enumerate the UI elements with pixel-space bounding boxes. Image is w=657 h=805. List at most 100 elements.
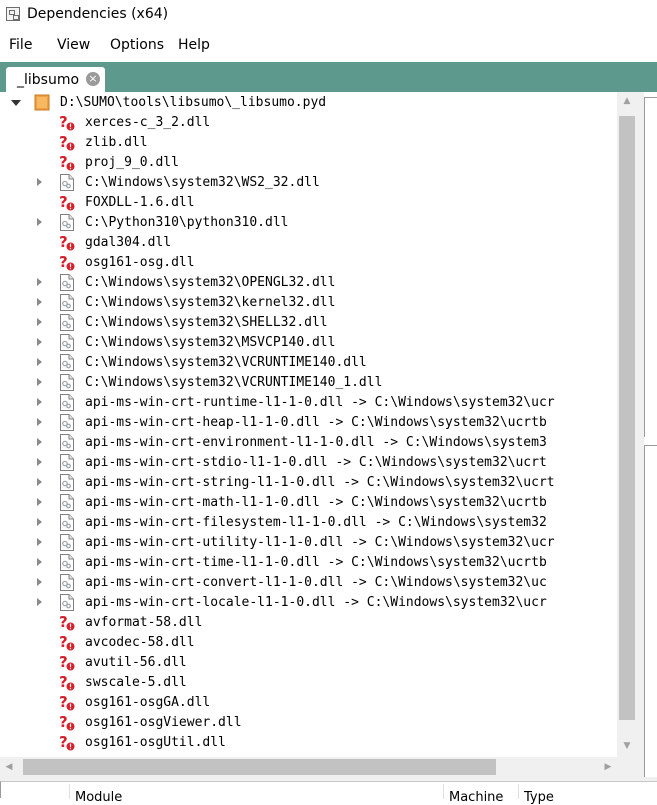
scroll-up-icon[interactable]: ▲ (617, 92, 637, 110)
tree-item[interactable]: C:\Windows\system32\VCRUNTIME140.dll (0, 352, 615, 372)
tree-item[interactable]: ? avutil-56.dll (0, 652, 615, 672)
dll-file-icon (59, 454, 75, 471)
tree-item[interactable]: api-ms-win-crt-filesystem-l1-1-0.dll -> … (0, 512, 615, 532)
tree-item[interactable]: C:\Windows\system32\kernel32.dll (0, 292, 615, 312)
tree-item[interactable]: ? avformat-58.dll (0, 612, 615, 632)
tree-item[interactable]: C:\Windows\system32\MSVCP140.dll (0, 332, 615, 352)
missing-dll-icon: ? (59, 613, 75, 631)
tree-item[interactable]: ? osg161-osgUtil.dll (0, 732, 615, 752)
tree-item-label: swscale-5.dll (85, 675, 187, 690)
expand-arrow-icon[interactable] (37, 358, 42, 366)
tree-item-label: osg161-osgGA.dll (85, 695, 211, 710)
expand-arrow-icon[interactable] (37, 438, 42, 446)
horizontal-scrollbar[interactable]: ◀ ▶ (0, 757, 617, 777)
menu-options[interactable]: Options (110, 37, 164, 53)
missing-dll-icon: ? (59, 713, 75, 731)
missing-dll-icon: ? (59, 693, 75, 711)
tree-item[interactable]: api-ms-win-crt-time-l1-1-0.dll -> C:\Win… (0, 552, 615, 572)
expand-arrow-icon[interactable] (37, 418, 42, 426)
tree-item-label: api-ms-win-crt-locale-l1-1-0.dll -> C:\W… (85, 595, 547, 610)
missing-dll-icon: ? (59, 233, 75, 251)
expand-arrow-icon[interactable] (37, 298, 42, 306)
imports-pane[interactable] (644, 97, 657, 437)
tab-libsumo[interactable]: _libsumo × (6, 67, 105, 92)
menu-view[interactable]: View (57, 37, 90, 53)
missing-dll-icon: ? (59, 673, 75, 691)
missing-dll-icon: ? (59, 133, 75, 151)
tree-item[interactable]: ? xerces-c_3_2.dll (0, 112, 615, 132)
tree-root-item[interactable]: D:\SUMO\tools\libsumo\_libsumo.pyd (0, 92, 615, 112)
scroll-right-icon[interactable]: ▶ (599, 757, 617, 777)
expand-arrow-icon[interactable] (37, 378, 42, 386)
scroll-down-icon[interactable]: ▼ (617, 737, 637, 755)
tree-item-label: api-ms-win-crt-runtime-l1-1-0.dll -> C:\… (85, 395, 555, 410)
scroll-left-icon[interactable]: ◀ (0, 757, 18, 777)
tree-item[interactable]: api-ms-win-crt-stdio-l1-1-0.dll -> C:\Wi… (0, 452, 615, 472)
expand-arrow-icon[interactable] (37, 558, 42, 566)
tree-item[interactable]: ? avcodec-58.dll (0, 632, 615, 652)
close-icon[interactable]: × (86, 72, 100, 86)
expand-arrow-icon[interactable] (37, 398, 42, 406)
expand-arrow-icon[interactable] (37, 478, 42, 486)
tree-item-label: C:\Windows\system32\MSVCP140.dll (85, 335, 336, 350)
dependency-tree[interactable]: D:\SUMO\tools\libsumo\_libsumo.pyd? xerce… (0, 92, 637, 777)
tree-item[interactable]: api-ms-win-crt-string-l1-1-0.dll -> C:\W… (0, 472, 615, 492)
tree-item-label: osg161-osg.dll (85, 255, 195, 270)
tree-item[interactable]: ? proj_9_0.dll (0, 152, 615, 172)
vertical-scrollbar[interactable]: ▲ ▼ (617, 92, 637, 757)
vertical-splitter[interactable] (637, 92, 644, 777)
tree-item[interactable]: C:\Windows\system32\SHELL32.dll (0, 312, 615, 332)
dll-file-icon (59, 334, 75, 351)
expand-arrow-icon[interactable] (37, 218, 42, 226)
menu-file[interactable]: File (9, 37, 32, 53)
tree-item-label: osg161-osgUtil.dll (85, 735, 226, 750)
tree-item[interactable]: C:\Windows\system32\OPENGL32.dll (0, 272, 615, 292)
expand-arrow-icon[interactable] (37, 578, 42, 586)
tree-item-label: C:\Python310\python310.dll (85, 215, 289, 230)
tree-item[interactable]: ? osg161-osgViewer.dll (0, 712, 615, 732)
tree-item[interactable]: api-ms-win-crt-math-l1-1-0.dll -> C:\Win… (0, 492, 615, 512)
column-separator[interactable] (69, 784, 70, 799)
tree-item[interactable]: api-ms-win-crt-environment-l1-1-0.dll ->… (0, 432, 615, 452)
missing-dll-icon: ? (59, 733, 75, 751)
svg-text:?: ? (59, 134, 68, 151)
dll-file-icon (59, 314, 75, 331)
tree-item[interactable]: api-ms-win-crt-convert-l1-1-0.dll -> C:\… (0, 572, 615, 592)
expand-arrow-icon[interactable] (37, 458, 42, 466)
tree-item-label: xerces-c_3_2.dll (85, 115, 211, 130)
column-separator[interactable] (518, 784, 519, 799)
missing-dll-icon: ? (59, 653, 75, 671)
tree-item[interactable]: ? swscale-5.dll (0, 672, 615, 692)
expand-arrow-icon[interactable] (37, 318, 42, 326)
tree-item[interactable]: ? FOXDLL-1.6.dll (0, 192, 615, 212)
tree-item[interactable]: ? osg161-osg.dll (0, 252, 615, 272)
tree-item[interactable]: C:\Windows\system32\VCRUNTIME140_1.dll (0, 372, 615, 392)
expand-arrow-icon[interactable] (37, 278, 42, 286)
tree-item[interactable]: api-ms-win-crt-utility-l1-1-0.dll -> C:\… (0, 532, 615, 552)
tree-item[interactable]: C:\Python310\python310.dll (0, 212, 615, 232)
vertical-scroll-thumb[interactable] (619, 116, 635, 720)
dll-file-icon (59, 174, 75, 191)
expand-arrow-icon[interactable] (37, 178, 42, 186)
expand-arrow-icon[interactable] (37, 538, 42, 546)
expand-arrow-icon[interactable] (37, 498, 42, 506)
tree-item-label: C:\Windows\system32\VCRUNTIME140.dll (85, 355, 367, 370)
exports-pane[interactable] (644, 445, 657, 777)
expand-arrow-icon[interactable] (37, 338, 42, 346)
tree-item[interactable]: api-ms-win-crt-runtime-l1-1-0.dll -> C:\… (0, 392, 615, 412)
tree-item[interactable]: C:\Windows\system32\WS2_32.dll (0, 172, 615, 192)
collapse-arrow-icon[interactable] (11, 100, 21, 106)
column-separator[interactable] (443, 784, 444, 799)
tree-item-label: FOXDLL-1.6.dll (85, 195, 195, 210)
tab-strip: _libsumo × (0, 62, 657, 92)
tree-item[interactable]: ? gdal304.dll (0, 232, 615, 252)
tree-item[interactable]: ? zlib.dll (0, 132, 615, 152)
tree-item[interactable]: api-ms-win-crt-locale-l1-1-0.dll -> C:\W… (0, 592, 615, 612)
tree-item[interactable]: ? osg161-osgGA.dll (0, 692, 615, 712)
tree-item[interactable]: api-ms-win-crt-heap-l1-1-0.dll -> C:\Win… (0, 412, 615, 432)
horizontal-scroll-thumb[interactable] (23, 759, 496, 775)
expand-arrow-icon[interactable] (37, 518, 42, 526)
dll-file-icon (59, 394, 75, 411)
expand-arrow-icon[interactable] (37, 598, 42, 606)
menu-help[interactable]: Help (178, 37, 210, 53)
